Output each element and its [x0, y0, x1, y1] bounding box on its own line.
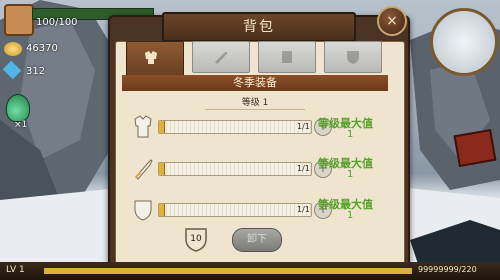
panel-title: 背包 [162, 12, 356, 42]
max-level-label: 等级最大值 [318, 157, 373, 170]
progress-fill [159, 121, 165, 133]
xp-fill [44, 268, 412, 274]
progress-text: 1/1 [297, 205, 310, 214]
equipment-row-sword: 1/1 + [132, 157, 332, 181]
max-level-label: 等级最大值 [318, 198, 373, 211]
tab-all[interactable] [126, 41, 184, 77]
progress-text: 1/1 [297, 164, 310, 173]
equipment-row-shield: 1/1 + [132, 198, 332, 222]
gold-amount: 46370 [26, 43, 58, 54]
tab-armor[interactable] [258, 41, 316, 73]
section-title: 冬季装备 [122, 75, 388, 91]
equipment-row-armor: 1/1 + [132, 115, 332, 139]
tab-weapon[interactable] [192, 41, 250, 73]
sword-icon [215, 52, 227, 64]
tab-shield[interactable] [324, 41, 382, 73]
gem-amount: 312 [26, 66, 46, 77]
armor-icon [145, 51, 157, 64]
quest-book-icon[interactable] [453, 128, 497, 168]
minimap[interactable] [430, 8, 498, 76]
potion-icon[interactable] [6, 94, 30, 122]
xp-text: 99999999/220 [418, 265, 477, 274]
armor-icon [134, 115, 152, 138]
progress-text: 1/1 [297, 122, 310, 131]
player-level: LV 1 [6, 265, 25, 275]
hp-text: 100/100 [36, 17, 78, 28]
close-button[interactable]: × [377, 6, 407, 36]
max-level-value: 1 [347, 129, 354, 140]
upgrade-progress-bar: 1/1 [158, 203, 312, 217]
max-level-value: 1 [347, 169, 354, 180]
armor-icon [282, 51, 292, 63]
shield-icon [347, 51, 359, 64]
level-label: 等级 1 [205, 95, 305, 110]
max-level-label: 等级最大值 [318, 117, 373, 130]
unequip-button[interactable]: 卸下 [232, 228, 282, 252]
progress-fill [159, 204, 165, 216]
max-level-value: 1 [347, 210, 354, 221]
sword-icon [135, 159, 153, 180]
shield-icon [134, 200, 152, 221]
upgrade-progress-bar: 1/1 [158, 120, 312, 134]
upgrade-progress-bar: 1/1 [158, 162, 312, 176]
progress-fill [159, 163, 165, 175]
player-portrait[interactable] [4, 4, 34, 36]
gear-count: 10 [190, 234, 202, 244]
potion-count: ×1 [14, 120, 28, 130]
gold-coins-icon [4, 42, 22, 56]
